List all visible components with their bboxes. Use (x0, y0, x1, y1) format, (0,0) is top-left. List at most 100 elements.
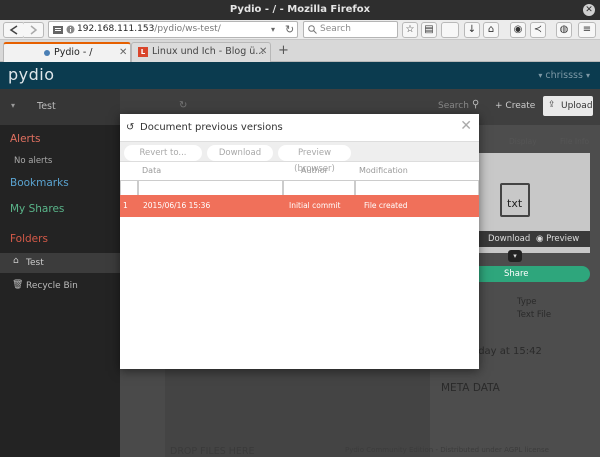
chevron-down-icon: ▾ (538, 71, 543, 80)
window-titlebar: Pydio - / - Mozilla Firefox (0, 0, 600, 20)
username: chrissss (545, 70, 583, 81)
tab-label: Linux und Ich - Blog ü... (152, 46, 265, 57)
display-menu[interactable]: Display (509, 137, 537, 146)
close-icon[interactable]: ✕ (119, 47, 127, 58)
url-path: /pydio/ws-test/ (154, 24, 221, 34)
upload-button[interactable]: ⇪ Upload (543, 96, 593, 116)
table-row[interactable]: 1 2015/06/16 15:36 Initial commit File c… (120, 195, 479, 217)
pocket-icon[interactable]: ◉ (510, 22, 526, 38)
text-file-icon: txt (500, 183, 530, 217)
new-tab-button[interactable]: + (278, 43, 289, 58)
filter-author-field[interactable] (283, 181, 355, 195)
column-header-date[interactable]: Data (142, 166, 161, 175)
user-menu[interactable]: ▾ chrissss ▾ (538, 70, 590, 81)
filter-date-field[interactable] (138, 181, 283, 195)
sidebar-folders-title: Folders (10, 233, 48, 245)
forward-arrow-icon (30, 25, 38, 35)
preview-browser-button[interactable]: Preview (browser) (278, 145, 351, 174)
table-header: Data Author Modification (120, 166, 479, 180)
meta-data-title: META DATA (441, 382, 500, 394)
forward-button[interactable] (24, 22, 44, 38)
blank-toolbar-button[interactable] (441, 22, 459, 38)
pydio-logo: pydio (8, 65, 55, 84)
info-icon[interactable] (66, 25, 75, 34)
filter-rev-field[interactable] (120, 181, 138, 195)
preview-action-label: Preview (546, 234, 580, 244)
bookmark-star-icon[interactable]: ☆ (402, 22, 418, 38)
sidebar-item-test[interactable]: ⌂ Test (0, 253, 120, 273)
row-revision: 1 (123, 201, 128, 210)
app-header: pydio ▾ chrissss ▾ (0, 62, 600, 89)
reload-icon[interactable]: ↻ (285, 23, 294, 36)
sidebar-item-recycle-bin[interactable]: 🗑 Recycle Bin (0, 277, 120, 297)
workspace-name: Test (37, 101, 56, 112)
sidebar: ▾ Test Alerts No alerts Bookmarks My Sha… (0, 89, 120, 457)
history-icon: ↺ (126, 122, 135, 133)
tab-pydio[interactable]: Pydio - / ✕ (3, 42, 131, 62)
download-icon[interactable]: ↓ (464, 22, 480, 38)
url-text: 192.168.111.153/pydio/ws-test/ (77, 24, 221, 34)
dialog-toolbar: Revert to... Download Preview (browser) (120, 141, 479, 174)
filter-modification-field[interactable] (355, 181, 479, 195)
row-modification: File created (364, 201, 408, 210)
blog-favicon-icon: L (138, 47, 148, 57)
no-alerts-text: No alerts (14, 156, 53, 166)
search-bar[interactable]: Search (303, 21, 398, 38)
file-ext: txt (507, 197, 523, 210)
window-title: Pydio - / - Mozilla Firefox (229, 4, 371, 15)
share-icon[interactable]: ≺ (530, 22, 546, 38)
type-value: Text File (517, 310, 552, 320)
create-label: Create (505, 101, 536, 111)
workspace-selector[interactable]: ▾ Test (0, 89, 120, 125)
dialog-title: Document previous versions (140, 122, 283, 133)
preview-action[interactable]: ◉ Preview (536, 234, 579, 244)
filter-row (120, 180, 479, 195)
back-button[interactable] (3, 22, 25, 38)
download-action[interactable]: Download (488, 234, 530, 244)
chevron-down-icon: ▾ (585, 71, 590, 80)
site-list-icon (53, 26, 63, 34)
sidebar-my-shares[interactable]: My Shares (10, 203, 64, 215)
home-icon: ⌂ (13, 256, 19, 266)
row-author: Initial commit (289, 201, 341, 210)
back-arrow-icon (9, 25, 18, 35)
drop-files-hint: DROP FILES HERE (170, 446, 255, 457)
revert-button[interactable]: Revert to... (124, 145, 202, 161)
file-info-tab[interactable]: File Info (560, 137, 589, 146)
refresh-icon[interactable]: ↻ (179, 100, 187, 111)
search-label[interactable]: Search (438, 101, 469, 111)
download-button[interactable]: Download (207, 145, 273, 161)
navigation-toolbar: 192.168.111.153/pydio/ws-test/ ▾ ↻ Searc… (0, 20, 600, 40)
tab-label: Pydio - / (54, 47, 93, 58)
url-host: 192.168.111.153 (77, 24, 155, 34)
menu-icon[interactable]: ≡ (578, 22, 596, 38)
tab-bar: Pydio - / ✕ L Linux und Ich - Blog ü... … (0, 40, 600, 62)
column-header-modification[interactable]: Modification (359, 166, 408, 175)
sidebar-bookmarks[interactable]: Bookmarks (10, 177, 69, 189)
row-date: 2015/06/16 15:36 (143, 201, 211, 210)
type-label: Type (517, 297, 537, 307)
pydio-favicon-icon (44, 50, 50, 56)
footer-text: Pydio Community Edition - Distributed un… (345, 446, 549, 454)
addon-icon[interactable]: ◍ (556, 22, 572, 38)
more-actions-icon[interactable]: ▾ (508, 250, 522, 262)
reading-list-icon[interactable]: ▤ (421, 22, 437, 38)
home-icon[interactable]: ⌂ (483, 22, 499, 38)
search-icon (308, 25, 317, 34)
alerts-title: Alerts (10, 133, 41, 145)
tab-linux-blog[interactable]: L Linux und Ich - Blog ü... ✕ (131, 42, 271, 62)
close-icon[interactable]: ✕ (259, 46, 267, 57)
search-icon[interactable]: ⚲ (472, 99, 479, 110)
close-icon[interactable]: ✕ (460, 118, 472, 134)
column-header-author[interactable]: Author (301, 166, 328, 175)
create-button[interactable]: + Create (495, 101, 535, 111)
search-placeholder: Search (320, 24, 351, 34)
url-bar[interactable]: 192.168.111.153/pydio/ws-test/ ▾ ↻ (48, 21, 298, 38)
versions-dialog: ↺ Document previous versions ✕ Revert to… (120, 114, 479, 369)
caret-down-icon: ▾ (11, 101, 16, 110)
upload-label: Upload (561, 101, 593, 111)
window-close-button[interactable]: ✕ (583, 4, 595, 16)
sidebar-item-label: Test (26, 258, 44, 268)
share-label: Share (504, 269, 529, 279)
url-dropdown-icon[interactable]: ▾ (271, 25, 275, 34)
